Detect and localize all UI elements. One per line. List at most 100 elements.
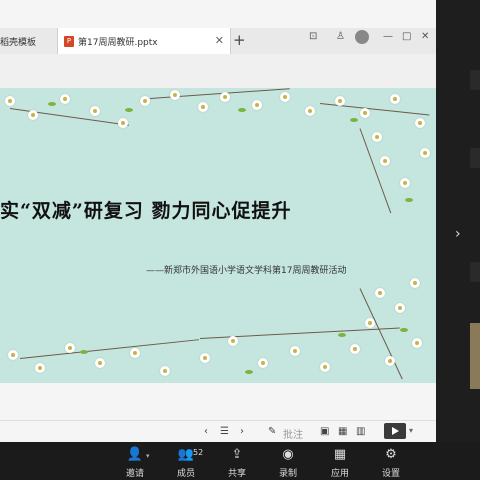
reading-view-icon[interactable]: ▥ <box>356 426 365 437</box>
minimize-icon[interactable]: — <box>383 31 393 42</box>
maximize-icon[interactable]: □ <box>402 31 411 42</box>
flower-decoration <box>395 303 405 313</box>
note-icon[interactable]: ✎ <box>268 426 276 437</box>
flower-decoration <box>60 94 70 104</box>
flower-decoration <box>65 343 75 353</box>
flower-decoration <box>280 92 290 102</box>
flower-decoration <box>170 90 180 100</box>
flower-decoration <box>365 318 375 328</box>
share-icon: ⇪ <box>231 447 243 462</box>
dock-apps[interactable]: ▦ 应用 <box>315 442 365 480</box>
flower-decoration <box>200 353 210 363</box>
ppt-file-icon: P <box>64 35 74 47</box>
participant-video-thumbnail[interactable] <box>470 323 480 389</box>
slide-subtitle: ——新郑市外国语小学语文学科第17周周教研活动 <box>146 266 347 276</box>
tab-label: 稻壳模板 <box>0 37 37 48</box>
chevron-right-icon[interactable]: › <box>455 226 461 242</box>
flower-decoration <box>95 358 105 368</box>
flower-decoration <box>350 344 360 354</box>
leaf-decoration <box>48 102 56 106</box>
flower-decoration <box>160 366 170 376</box>
page-number-icon[interactable]: ⊡ <box>309 31 317 42</box>
leaf-decoration <box>245 370 253 374</box>
side-thumbnail[interactable] <box>470 70 480 90</box>
flower-decoration <box>400 178 410 188</box>
flower-decoration <box>118 118 128 128</box>
leaf-decoration <box>338 333 346 337</box>
branch-decoration <box>359 288 403 380</box>
tab-templates[interactable]: 稻壳模板 <box>0 28 55 54</box>
slide-list-icon[interactable]: ☰ <box>220 426 229 437</box>
leaf-decoration <box>80 350 88 354</box>
avatar[interactable] <box>355 30 369 44</box>
note-label[interactable]: 批注 <box>283 426 303 441</box>
flower-decoration <box>258 358 268 368</box>
close-window-icon[interactable]: ✕ <box>421 31 429 42</box>
leaf-decoration <box>400 328 408 332</box>
dock-record[interactable]: ◉ 录制 <box>263 442 313 480</box>
chevron-down-icon[interactable]: ▾ <box>409 426 413 435</box>
presentation-bottom-bar: ‹ ☰ › ✎ 批注 ▣ ▦ ▥ <box>0 420 436 443</box>
dock-label: 录制 <box>278 469 297 479</box>
dock-label: 应用 <box>330 469 349 479</box>
slide-title: 实“双减”研复习 勠力同心促提升 <box>0 200 292 222</box>
flower-decoration <box>415 118 425 128</box>
record-icon: ◉ <box>282 447 294 462</box>
play-slideshow-button[interactable] <box>384 423 406 439</box>
side-thumbnail[interactable] <box>470 262 480 282</box>
flower-decoration <box>28 110 38 120</box>
leaf-decoration <box>125 108 133 112</box>
flower-decoration <box>305 106 315 116</box>
slide-top-margin <box>0 54 436 88</box>
flower-decoration <box>320 362 330 372</box>
add-tab-icon[interactable]: + <box>233 31 246 49</box>
members-count-badge: 52 <box>193 448 204 457</box>
flower-decoration <box>252 100 262 110</box>
dock-share[interactable]: ⇪ 共享 <box>212 442 262 480</box>
chevron-down-icon[interactable]: ▾ <box>146 452 150 460</box>
flower-decoration <box>198 102 208 112</box>
dock-label: 邀请 <box>125 469 144 479</box>
flower-decoration <box>228 336 238 346</box>
dock-invite[interactable]: 👤 邀请 <box>110 442 160 480</box>
flower-decoration <box>35 363 45 373</box>
prev-slide-icon[interactable]: ‹ <box>204 426 208 437</box>
side-thumbnail[interactable] <box>470 148 480 168</box>
members-icon: 👥 <box>177 447 195 462</box>
flower-decoration <box>5 96 15 106</box>
apps-icon: ▦ <box>333 447 347 462</box>
grid-view-icon[interactable]: ▦ <box>338 426 347 437</box>
flower-decoration <box>140 96 150 106</box>
meeting-dock: 👤 邀请 ▾ 👥 成员 52 ⇪ 共享 ◉ 录制 ▦ 应用 ⚙ 设置 <box>0 442 480 480</box>
leaf-decoration <box>238 108 246 112</box>
dock-members[interactable]: 👥 成员 <box>161 442 211 480</box>
normal-view-icon[interactable]: ▣ <box>320 426 329 437</box>
tab-presentation[interactable]: P 第17周周教研.pptx ✕ <box>57 28 231 54</box>
flower-decoration <box>390 94 400 104</box>
flower-decoration <box>130 348 140 358</box>
slide-canvas <box>0 88 436 383</box>
tab-bar: 稻壳模板 P 第17周周教研.pptx ✕ + <box>0 28 436 54</box>
dock-settings[interactable]: ⚙ 设置 <box>366 442 416 480</box>
flower-decoration <box>360 108 370 118</box>
tab-label: 第17周周教研.pptx <box>78 37 158 48</box>
dock-label: 共享 <box>227 469 246 479</box>
dock-label: 成员 <box>176 469 195 479</box>
flower-decoration <box>8 350 18 360</box>
invite-icon: 👤 <box>126 447 144 462</box>
flower-decoration <box>380 156 390 166</box>
branch-decoration <box>19 339 200 359</box>
settings-icon: ⚙ <box>385 447 397 462</box>
flower-decoration <box>335 96 345 106</box>
flower-decoration <box>410 278 420 288</box>
leaf-decoration <box>405 198 413 202</box>
close-icon[interactable]: ✕ <box>215 34 224 47</box>
pin-icon[interactable]: ♙ <box>336 31 345 42</box>
flower-decoration <box>420 148 430 158</box>
leaf-decoration <box>350 118 358 122</box>
next-slide-icon[interactable]: › <box>240 426 244 437</box>
dock-label: 设置 <box>381 469 400 479</box>
flower-decoration <box>412 338 422 348</box>
flower-decoration <box>90 106 100 116</box>
presentation-window: 稻壳模板 P 第17周周教研.pptx ✕ + ⊡ ♙ — □ ✕ 实“双减”研… <box>0 0 436 443</box>
